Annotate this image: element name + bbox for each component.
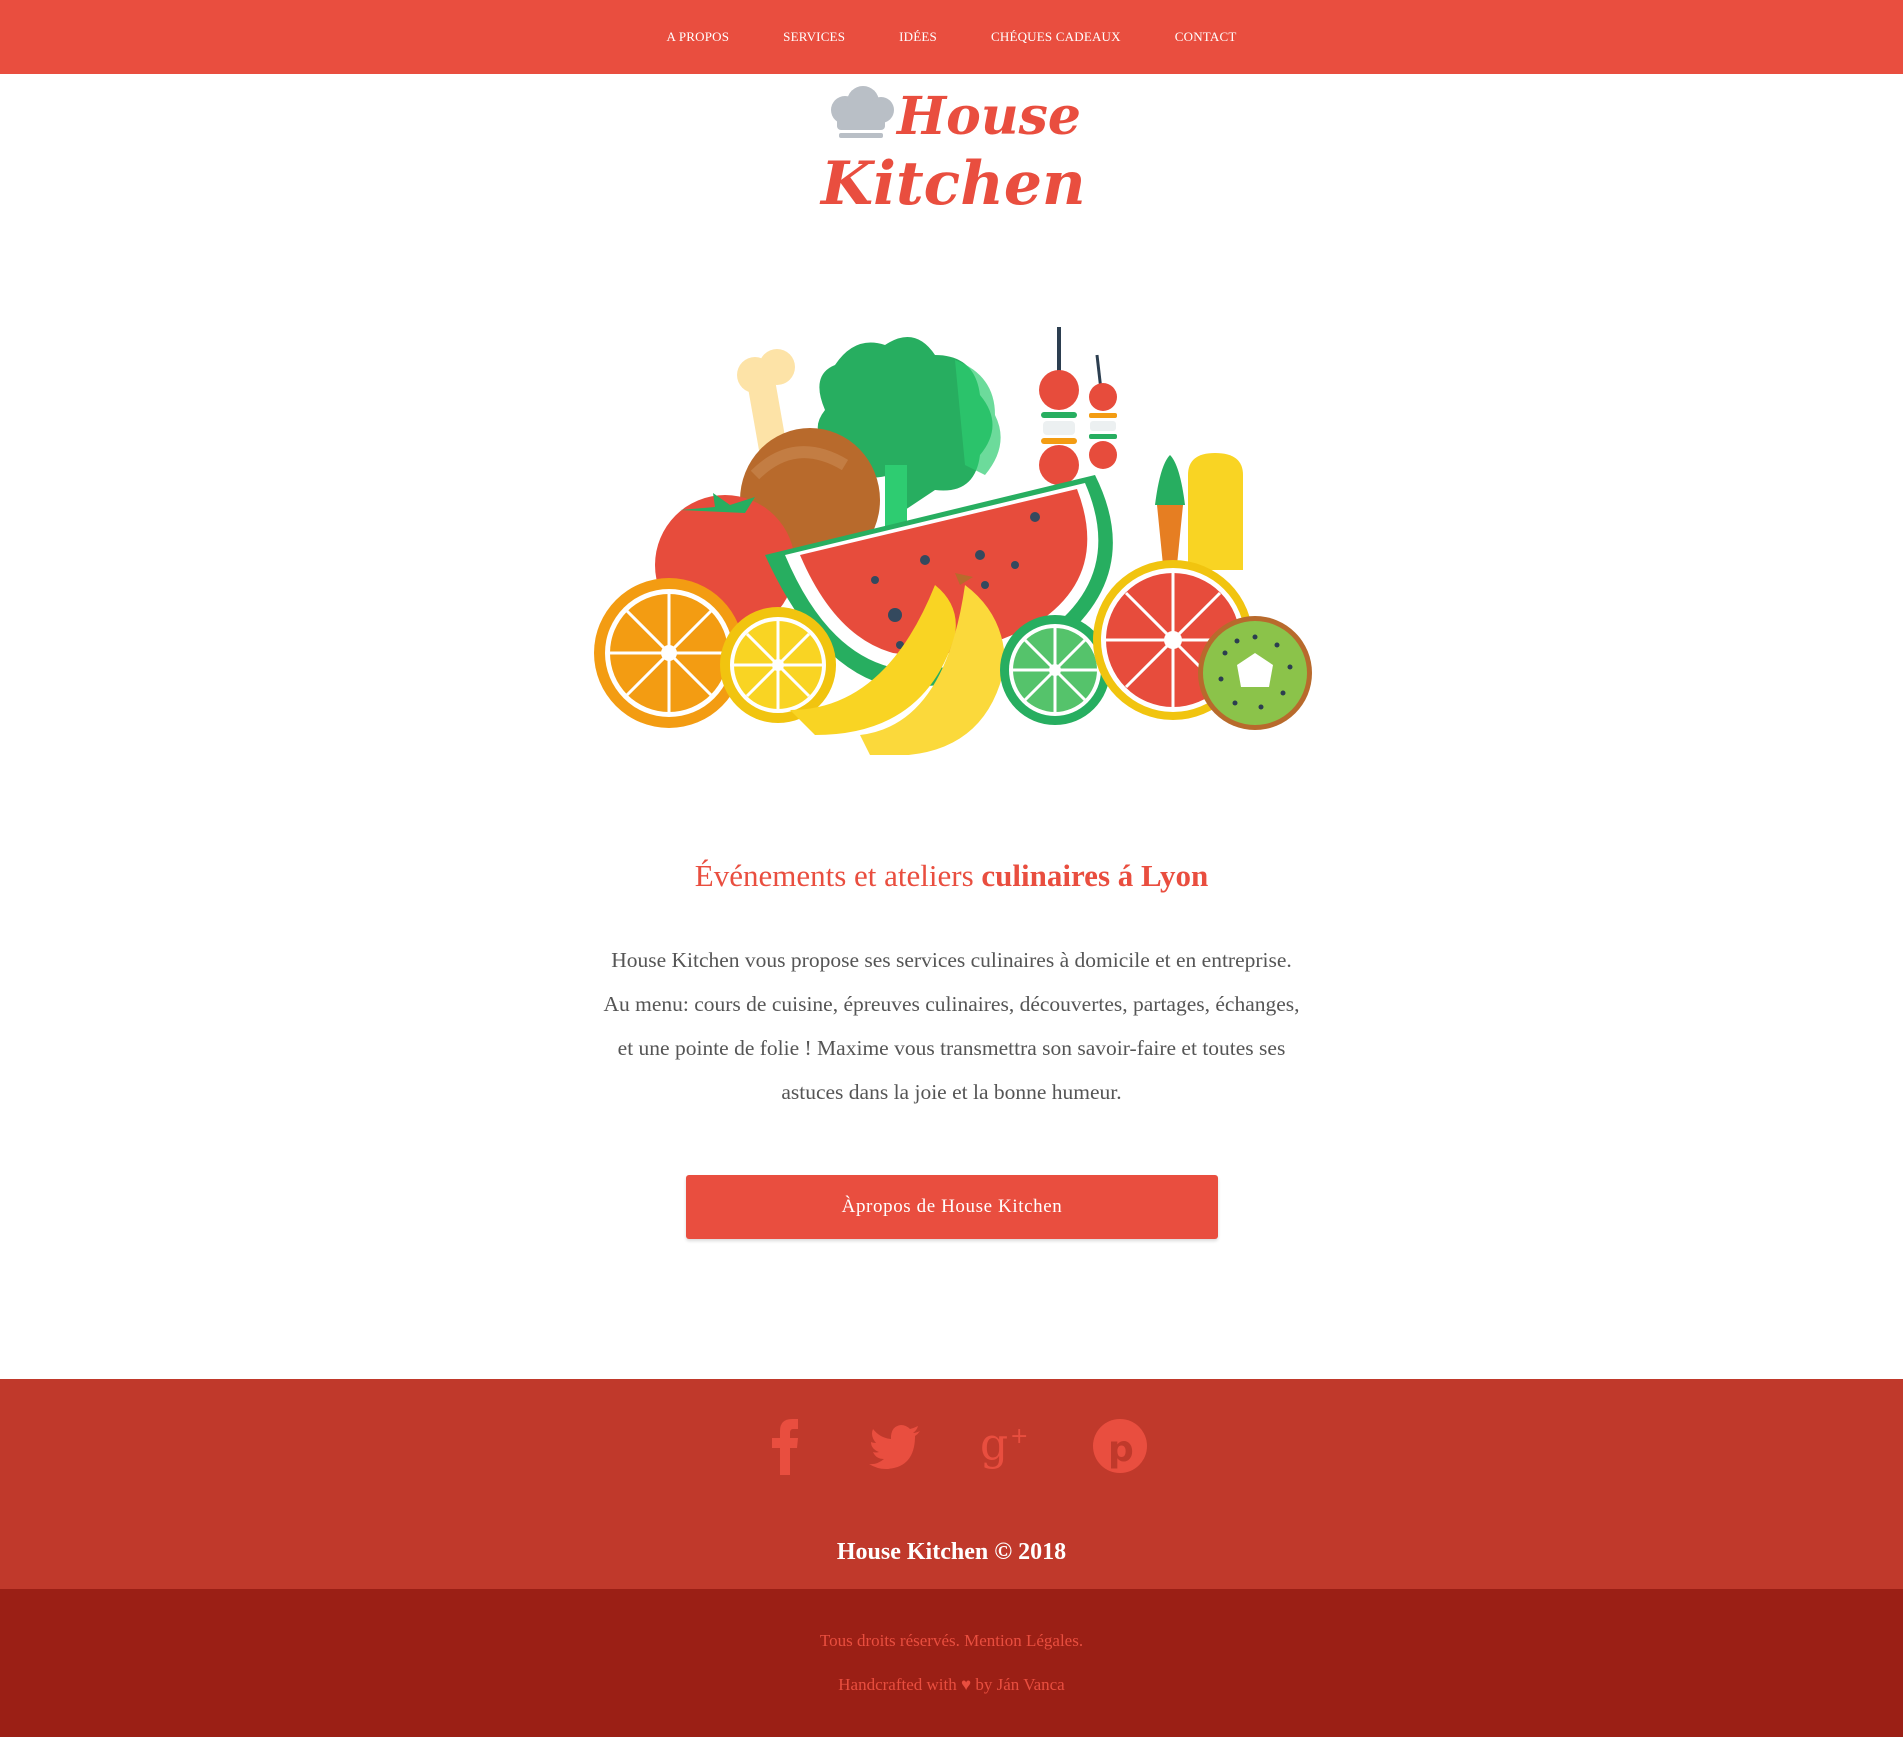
- intro-paragraph: House Kitchen vous propose ses services …: [560, 938, 1343, 1114]
- legal-notice-link[interactable]: Tous droits réservés. Mention Légales.: [0, 1631, 1903, 1651]
- facebook-icon[interactable]: [756, 1415, 812, 1477]
- top-navigation: A PROPOS SERVICES IDÉES CHÉQUES CADEAUX …: [0, 0, 1903, 74]
- credit-text: Handcrafted with ♥ by Ján Vanca: [838, 1675, 1065, 1694]
- nav-item-cheques-cadeaux[interactable]: CHÉQUES CADEAUX: [964, 29, 1148, 45]
- footer-bottom-bar: Tous droits réservés. Mention Légales. H…: [0, 1589, 1903, 1737]
- twitter-icon[interactable]: [868, 1415, 924, 1477]
- nav-item-contact[interactable]: CONTACT: [1148, 29, 1264, 45]
- about-house-kitchen-button[interactable]: Àpropos de House Kitchen: [686, 1175, 1218, 1239]
- kiwi-icon: [1198, 616, 1312, 730]
- popsicle-icon: [1188, 453, 1243, 570]
- svg-text:+: +: [1010, 1424, 1028, 1449]
- social-links: g + p: [0, 1415, 1903, 1477]
- pinterest-icon[interactable]: p: [1092, 1415, 1148, 1477]
- svg-text:Kitchen: Kitchen: [819, 149, 1086, 219]
- lemon-icon: [720, 607, 836, 723]
- svg-text:p: p: [1108, 1429, 1134, 1470]
- footer-social-section: g + p House Kitchen © 2018: [0, 1379, 1903, 1589]
- copyright-text: House Kitchen © 2018: [836, 1539, 1067, 1565]
- intro-line: et une pointe de folie ! Maxime vous tra…: [617, 1036, 1286, 1060]
- nav-item-a-propos[interactable]: A PROPOS: [640, 29, 757, 45]
- skewer-icon: [1039, 370, 1117, 485]
- intro-line: astuces dans la joie et la bonne humeur.: [781, 1080, 1122, 1104]
- headline-regular-text: Événements et ateliers: [694, 858, 982, 893]
- food-illustration: [585, 315, 1315, 755]
- house-kitchen-logo[interactable]: House Kitchen: [815, 76, 1090, 236]
- headline-bold-text: culinaires á Lyon: [981, 858, 1209, 893]
- intro-line: House Kitchen vous propose ses services …: [611, 948, 1292, 972]
- intro-line: Au menu: cours de cuisine, épreuves culi…: [603, 992, 1300, 1016]
- svg-text:House: House: [895, 86, 1081, 147]
- svg-text:g: g: [980, 1419, 1008, 1470]
- nav-item-services[interactable]: SERVICES: [756, 29, 872, 45]
- chef-hat-icon: [831, 86, 894, 138]
- google-plus-icon[interactable]: g +: [980, 1415, 1036, 1477]
- page-headline: Événements et ateliers culinaires á Lyon: [0, 858, 1903, 894]
- nav-menu: A PROPOS SERVICES IDÉES CHÉQUES CADEAUX …: [640, 29, 1264, 45]
- nav-item-idees[interactable]: IDÉES: [872, 29, 964, 45]
